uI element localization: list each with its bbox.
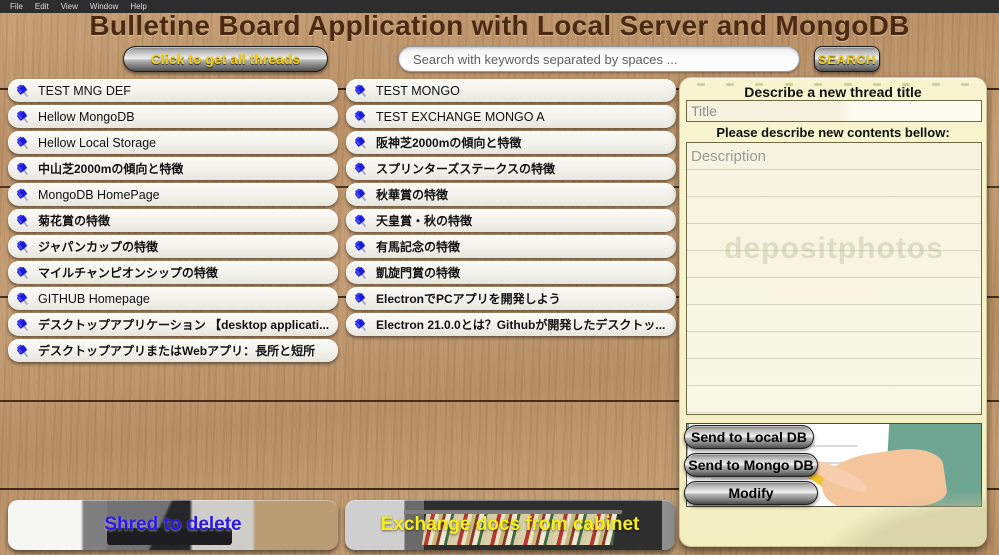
thread-item[interactable]: デスクトップアプリケーション 【desktop applicati... bbox=[8, 313, 338, 336]
thread-item[interactable]: TEST MNG DEF bbox=[8, 79, 338, 102]
thread-title: GITHUB Homepage bbox=[38, 291, 150, 306]
thread-title: 秋華賞の特徴 bbox=[376, 188, 449, 202]
thread-item[interactable]: スプリンターズステークスの特徴 bbox=[346, 157, 676, 180]
thread-title: TEST EXCHANGE MONGO A bbox=[376, 109, 545, 124]
menu-item-help[interactable]: Help bbox=[124, 0, 152, 13]
thread-item[interactable]: 秋華賞の特徴 bbox=[346, 183, 676, 206]
pushpin-icon bbox=[355, 265, 370, 280]
pushpin-icon bbox=[355, 83, 370, 98]
pushpin-icon bbox=[17, 343, 32, 358]
pushpin-icon bbox=[17, 135, 32, 150]
pushpin-icon bbox=[355, 187, 370, 202]
pushpin-icon bbox=[17, 161, 32, 176]
thread-list-right: TEST MONGO TEST EXCHANGE MONGO A 阪神芝2000mの… bbox=[346, 79, 676, 339]
pushpin-icon bbox=[355, 213, 370, 228]
thread-item[interactable]: GITHUB Homepage bbox=[8, 287, 338, 310]
thread-title: Hellow Local Storage bbox=[38, 135, 157, 150]
thread-item[interactable]: 菊花賞の特徴 bbox=[8, 209, 338, 232]
thread-item[interactable]: デスクトップアプリまたはWebアプリ：長所と短所 bbox=[8, 339, 338, 362]
thread-item[interactable]: 阪神芝2000mの傾向と特徴 bbox=[346, 131, 676, 154]
menu-item-edit[interactable]: Edit bbox=[29, 0, 55, 13]
exchange-docs-panel[interactable]: Exchange docs from cabinet bbox=[345, 500, 675, 550]
app-root: File Edit View Window Help Bulletine Boa… bbox=[0, 0, 999, 555]
menu-item-view[interactable]: View bbox=[55, 0, 84, 13]
pushpin-icon bbox=[17, 265, 32, 280]
thread-item[interactable]: 凱旋門賞の特徴 bbox=[346, 261, 676, 284]
thread-item[interactable]: Hellow MongoDB bbox=[8, 105, 338, 128]
thread-title: TEST MNG DEF bbox=[38, 83, 131, 98]
thread-title: スプリンターズステークスの特徴 bbox=[376, 162, 556, 176]
thread-item[interactable]: TEST MONGO bbox=[346, 79, 676, 102]
pushpin-icon bbox=[17, 109, 32, 124]
pushpin-icon bbox=[355, 109, 370, 124]
thread-item[interactable]: 天皇賞・秋の特徴 bbox=[346, 209, 676, 232]
thread-title: TEST MONGO bbox=[376, 83, 460, 98]
search-button[interactable]: SEARCH bbox=[814, 46, 880, 72]
thread-title: Electron 21.0.0とは？Githubが開発したデスクトッ... bbox=[376, 318, 666, 332]
thread-title: デスクトップアプリまたはWebアプリ：長所と短所 bbox=[38, 344, 316, 358]
description-field-wrapper bbox=[686, 142, 982, 415]
thread-item[interactable]: 有馬記念の特徴 bbox=[346, 235, 676, 258]
pushpin-icon bbox=[17, 317, 32, 332]
page-title: Bulletine Board Application with Local S… bbox=[89, 10, 910, 41]
thread-item[interactable]: 中山芝2000mの傾向と特徴 bbox=[8, 157, 338, 180]
modify-button[interactable]: Modify bbox=[684, 481, 818, 505]
pushpin-icon bbox=[17, 239, 32, 254]
search-input[interactable] bbox=[398, 46, 800, 72]
thread-item[interactable]: Electron 21.0.0とは？Githubが開発したデスクトッ... bbox=[346, 313, 676, 336]
thread-title: 阪神芝2000mの傾向と特徴 bbox=[376, 136, 522, 150]
thread-title: 有馬記念の特徴 bbox=[376, 240, 461, 254]
thread-item[interactable]: MongoDB HomePage bbox=[8, 183, 338, 206]
menu-item-file[interactable]: File bbox=[4, 0, 29, 13]
thread-title: 凱旋門賞の特徴 bbox=[376, 266, 461, 280]
notepad-title-heading: Describe a new thread title bbox=[744, 84, 922, 100]
notepad-contents-heading: Please describe new contents bellow: bbox=[716, 125, 950, 140]
pushpin-icon bbox=[17, 83, 32, 98]
pushpin-icon bbox=[17, 213, 32, 228]
thread-title: 菊花賞の特徴 bbox=[38, 214, 111, 228]
pushpin-icon bbox=[355, 291, 370, 306]
pushpin-icon bbox=[17, 291, 32, 306]
thread-list-left: TEST MNG DEF Hellow MongoDB Hellow Local S… bbox=[8, 79, 338, 365]
send-to-mongo-db-button[interactable]: Send to Mongo DB bbox=[684, 453, 818, 477]
thread-item[interactable]: ElectronでPCアプリを開発しよう bbox=[346, 287, 676, 310]
thread-title: デスクトップアプリケーション 【desktop applicati... bbox=[38, 318, 330, 332]
pushpin-icon bbox=[355, 317, 370, 332]
pushpin-icon bbox=[355, 135, 370, 150]
thread-description-input[interactable] bbox=[687, 143, 981, 414]
menubar: File Edit View Window Help bbox=[0, 0, 999, 13]
thread-item[interactable]: ジャパンカップの特徴 bbox=[8, 235, 338, 258]
thread-title: 中山芝2000mの傾向と特徴 bbox=[38, 162, 184, 176]
pushpin-icon bbox=[17, 187, 32, 202]
thread-title: マイルチャンピオンシップの特徴 bbox=[38, 266, 218, 280]
get-all-threads-button[interactable]: Click to get all threads bbox=[123, 46, 328, 72]
thread-item[interactable]: TEST EXCHANGE MONGO A bbox=[346, 105, 676, 128]
send-to-local-db-button[interactable]: Send to Local DB bbox=[684, 425, 814, 449]
shred-to-delete-panel[interactable]: Shred to delete bbox=[8, 500, 338, 550]
new-thread-notepad: Describe a new thread title Please descr… bbox=[679, 77, 987, 547]
thread-title: ElectronでPCアプリを開発しよう bbox=[376, 292, 561, 306]
thread-item[interactable]: Hellow Local Storage bbox=[8, 131, 338, 154]
menu-item-window[interactable]: Window bbox=[84, 0, 124, 13]
thread-title-input[interactable] bbox=[686, 100, 982, 122]
thread-title: Hellow MongoDB bbox=[38, 109, 135, 124]
exchange-docs-label: Exchange docs from cabinet bbox=[380, 514, 640, 535]
thread-title: 天皇賞・秋の特徴 bbox=[376, 214, 473, 228]
thread-item[interactable]: マイルチャンピオンシップの特徴 bbox=[8, 261, 338, 284]
thread-title: MongoDB HomePage bbox=[38, 187, 160, 202]
pushpin-icon bbox=[355, 239, 370, 254]
pushpin-icon bbox=[355, 161, 370, 176]
shred-to-delete-label: Shred to delete bbox=[104, 514, 242, 535]
thread-title: ジャパンカップの特徴 bbox=[38, 240, 159, 254]
